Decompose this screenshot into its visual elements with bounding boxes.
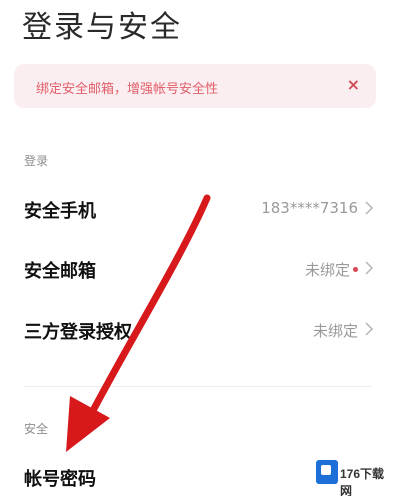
watermark-badge-icon [316,460,338,484]
email-status-value: 未绑定 [304,261,350,279]
section-label-security: 安全 [24,422,49,436]
section-label-login: 登录 [24,154,49,168]
alert-text: 绑定安全邮箱，增强帐号安全性 [36,82,219,97]
security-alert-banner[interactable]: 绑定安全邮箱，增强帐号安全性 × [14,64,376,108]
status-dot-icon [353,267,358,272]
watermark-logo: 176下载网 [316,458,390,496]
phone-number-value: 183****7316 [261,199,358,217]
chevron-right-icon [365,261,374,275]
close-icon[interactable]: × [347,75,360,95]
section-divider [24,386,372,387]
row-third-party-login[interactable]: 三方登录授权 未绑定 [0,301,396,357]
chevron-right-icon [365,322,374,336]
third-party-status-value: 未绑定 [312,322,358,340]
row-title: 安全邮箱 [24,261,96,282]
page-title: 登录与安全 [22,10,182,45]
row-security-phone[interactable]: 安全手机 183****7316 [0,180,396,236]
chevron-right-icon [365,201,374,215]
row-title: 三方登录授权 [24,322,132,343]
row-title: 安全手机 [24,201,96,222]
row-security-email[interactable]: 安全邮箱 未绑定 [0,240,396,296]
row-title: 帐号密码 [24,469,96,490]
watermark-text: 176下载网 [340,467,385,496]
